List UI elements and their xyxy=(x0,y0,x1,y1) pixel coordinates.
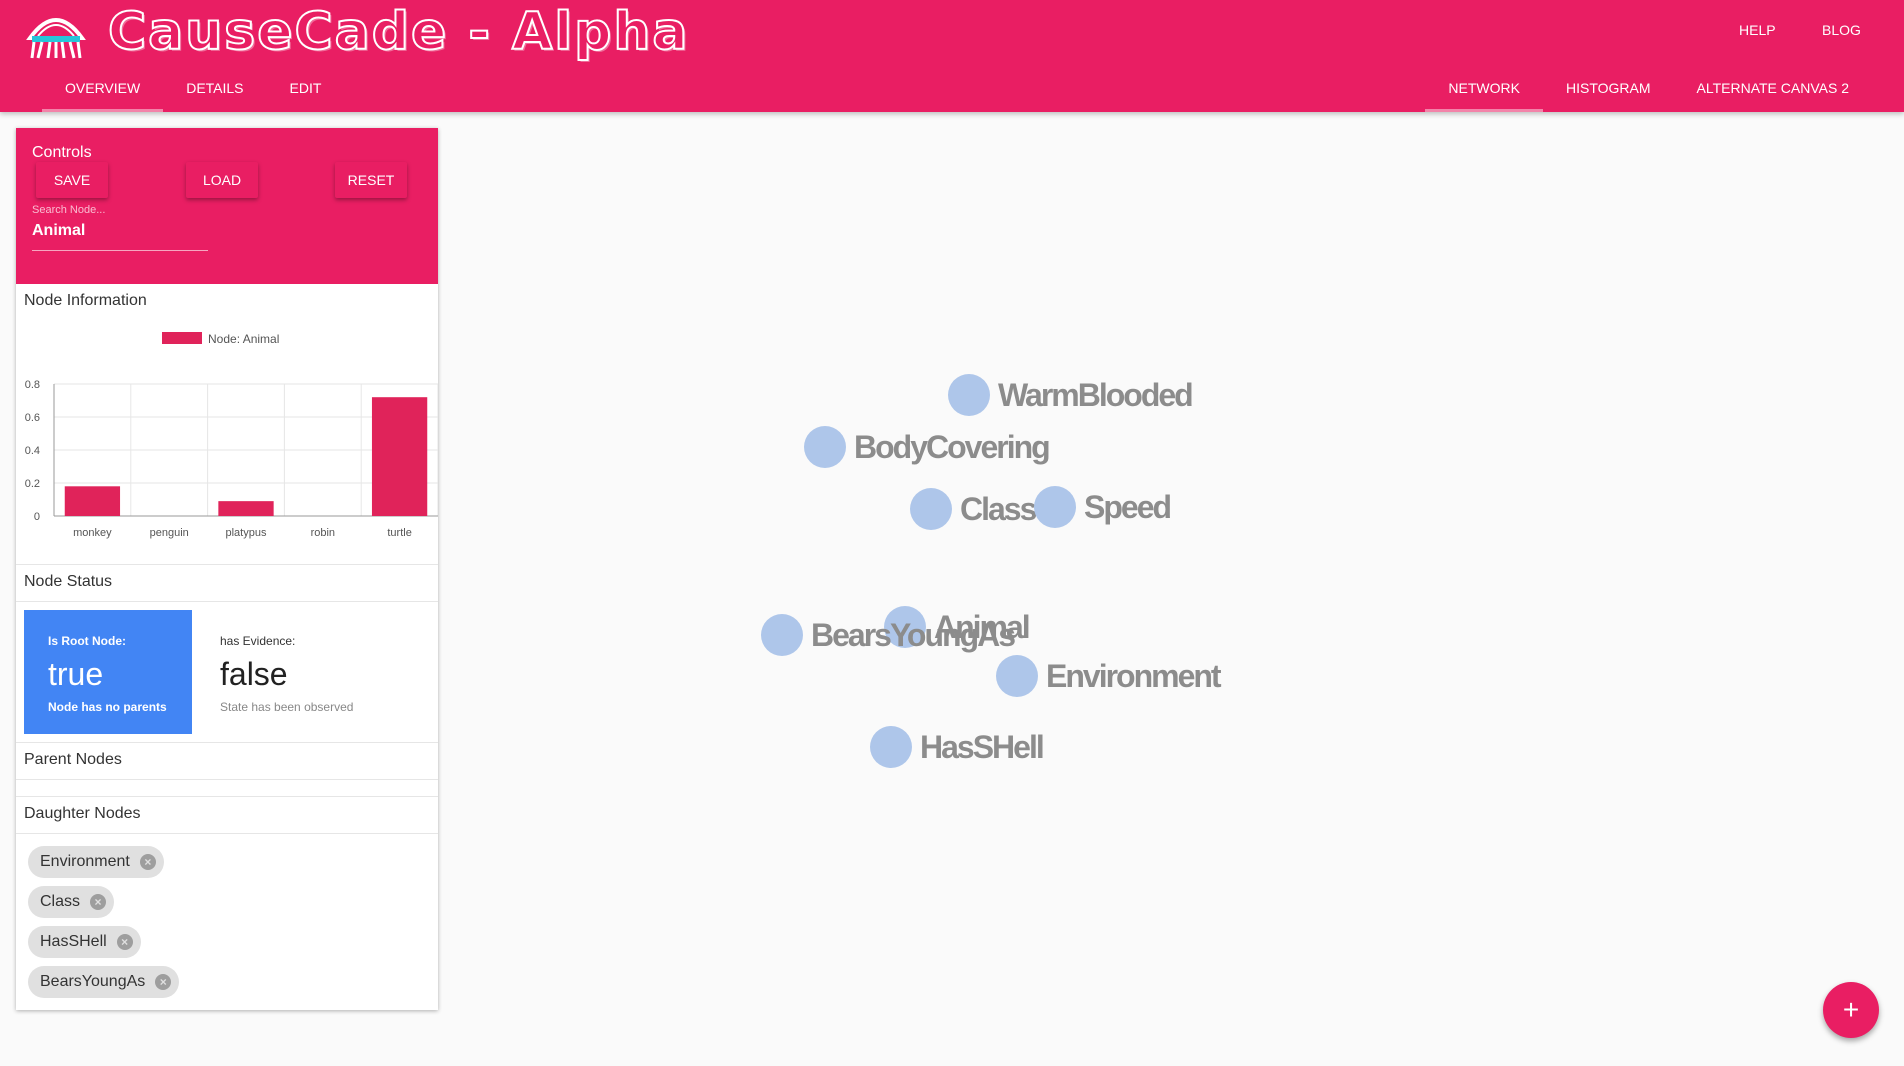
remove-icon[interactable]: × xyxy=(155,974,172,990)
daughter-chip-environment[interactable]: Environment × xyxy=(28,846,164,878)
node-circle[interactable] xyxy=(910,488,952,530)
reset-button[interactable]: RESET xyxy=(335,162,407,198)
network-node-bearsyoungas[interactable]: BearsYoungAs xyxy=(761,614,1017,656)
parent-nodes-title: Parent Nodes xyxy=(24,751,122,768)
x-tick-label: robin xyxy=(311,527,335,539)
network-node-class[interactable]: Class xyxy=(910,488,1039,530)
save-button[interactable]: SAVE xyxy=(36,162,108,198)
side-panel: Controls SAVE LOAD RESET Search Node... … xyxy=(16,128,438,1010)
node-label: Environment xyxy=(1046,658,1222,694)
evidence-card: has Evidence: false State has been obser… xyxy=(212,610,412,734)
network-node-bodycovering[interactable]: BodyCovering xyxy=(804,426,1051,468)
add-fab-button[interactable]: + xyxy=(1823,982,1879,1038)
node-information-title: Node Information xyxy=(24,292,147,309)
blog-link[interactable]: BLOG xyxy=(1822,22,1861,38)
bar-chart-svg: 0 0.2 0.4 0.6 0.8 monkey penguin platypus robin t… xyxy=(25,379,438,539)
x-tick-label: platypus xyxy=(226,527,267,539)
y-tick-label: 0.6 xyxy=(25,412,40,424)
chip-label: Class xyxy=(40,893,81,910)
tab-histogram[interactable]: HISTOGRAM xyxy=(1543,66,1674,112)
controls-card: Controls SAVE LOAD RESET Search Node... … xyxy=(16,128,438,284)
remove-icon[interactable]: × xyxy=(116,934,133,950)
node-status-title: Node Status xyxy=(24,573,113,590)
network-node-speed[interactable]: Speed xyxy=(1034,486,1172,528)
root-node-subtext: Node has no parents xyxy=(48,700,167,714)
app-header: CauseCade - Alpha HELP BLOG OVERVIEW DET… xyxy=(0,0,1904,112)
y-tick-label: 0 xyxy=(34,511,40,523)
daughter-chip-class[interactable]: Class × xyxy=(28,886,115,918)
tab-details[interactable]: DETAILS xyxy=(163,66,266,112)
node-circle[interactable] xyxy=(1034,486,1076,528)
node-label: Speed xyxy=(1084,489,1170,525)
daughter-chip-bearsyoungas[interactable]: BearsYoungAs × xyxy=(28,966,180,998)
root-node-card: Is Root Node: true Node has no parents xyxy=(24,610,192,734)
jellyfish-logo-icon[interactable] xyxy=(24,8,88,60)
search-node-input[interactable]: Animal xyxy=(32,222,208,251)
chip-label: BearsYoungAs xyxy=(40,973,146,990)
node-label: BodyCovering xyxy=(854,429,1049,465)
evidence-label: has Evidence: xyxy=(220,634,296,648)
node-label: BearsYoungAs xyxy=(811,617,1015,653)
bar-turtle xyxy=(371,397,428,516)
y-tick-label: 0.4 xyxy=(25,445,40,457)
app-title: CauseCade - Alpha xyxy=(107,1,690,63)
node-circle[interactable] xyxy=(804,426,846,468)
y-tick-label: 0.8 xyxy=(25,379,40,391)
tab-overview[interactable]: OVERVIEW xyxy=(42,66,164,112)
tab-edit[interactable]: EDIT xyxy=(267,66,345,112)
load-button[interactable]: LOAD xyxy=(186,162,258,198)
tab-alternate-canvas-2[interactable]: ALTERNATE CANVAS 2 xyxy=(1674,66,1872,112)
bar-monkey xyxy=(64,486,121,516)
x-tick-label: monkey xyxy=(73,527,112,539)
daughter-nodes-title: Daughter Nodes xyxy=(24,805,141,822)
network-node-environment[interactable]: Environment xyxy=(996,655,1224,697)
network-node-warmblooded[interactable]: WarmBlooded xyxy=(948,374,1194,416)
node-probability-chart: Node: Animal 0 0.2 0.4 0.6 0.8 monkey penguin p… xyxy=(16,320,438,564)
evidence-subtext: State has been observed xyxy=(220,700,354,714)
evidence-value: false xyxy=(220,656,288,692)
bar-platypus xyxy=(218,501,274,516)
remove-icon[interactable]: × xyxy=(90,894,107,910)
node-status-row: Is Root Node: true Node has no parents h… xyxy=(16,602,438,742)
chip-label: HasSHell xyxy=(40,933,107,950)
node-circle[interactable] xyxy=(996,655,1038,697)
network-canvas[interactable]: WarmBloodedBodyCoveringClass SpeedAnimalB… xyxy=(440,112,1904,1066)
x-tick-label: penguin xyxy=(150,527,189,539)
parent-nodes-list xyxy=(16,780,438,796)
node-label: Class xyxy=(960,491,1037,527)
search-node-placeholder: Search Node... xyxy=(32,204,106,216)
node-circle[interactable] xyxy=(870,726,912,768)
help-link[interactable]: HELP xyxy=(1739,22,1776,38)
node-label: WarmBlooded xyxy=(998,377,1192,413)
root-node-value: true xyxy=(48,656,104,692)
y-tick-label: 0.2 xyxy=(25,478,40,490)
chip-label: Environment xyxy=(40,853,130,870)
tab-network[interactable]: NETWORK xyxy=(1425,66,1543,112)
controls-title: Controls xyxy=(32,144,92,161)
daughter-chip-hasshell[interactable]: HasSHell × xyxy=(28,926,141,958)
node-circle[interactable] xyxy=(948,374,990,416)
daughter-nodes-list: Environment × Class × HasSHell × BearsYoung… xyxy=(16,834,438,1010)
remove-icon[interactable]: × xyxy=(139,854,156,870)
right-tab-bar: NETWORK HISTOGRAM ALTERNATE CANVAS 2 xyxy=(1425,66,1872,112)
root-node-label: Is Root Node: xyxy=(48,634,126,648)
node-label: HasSHell xyxy=(920,729,1043,765)
network-node-hasshell[interactable]: HasSHell xyxy=(870,726,1045,768)
left-tab-bar: OVERVIEW DETAILS EDIT xyxy=(42,66,344,112)
node-circle[interactable] xyxy=(761,614,803,656)
x-tick-label: turtle xyxy=(387,527,411,539)
